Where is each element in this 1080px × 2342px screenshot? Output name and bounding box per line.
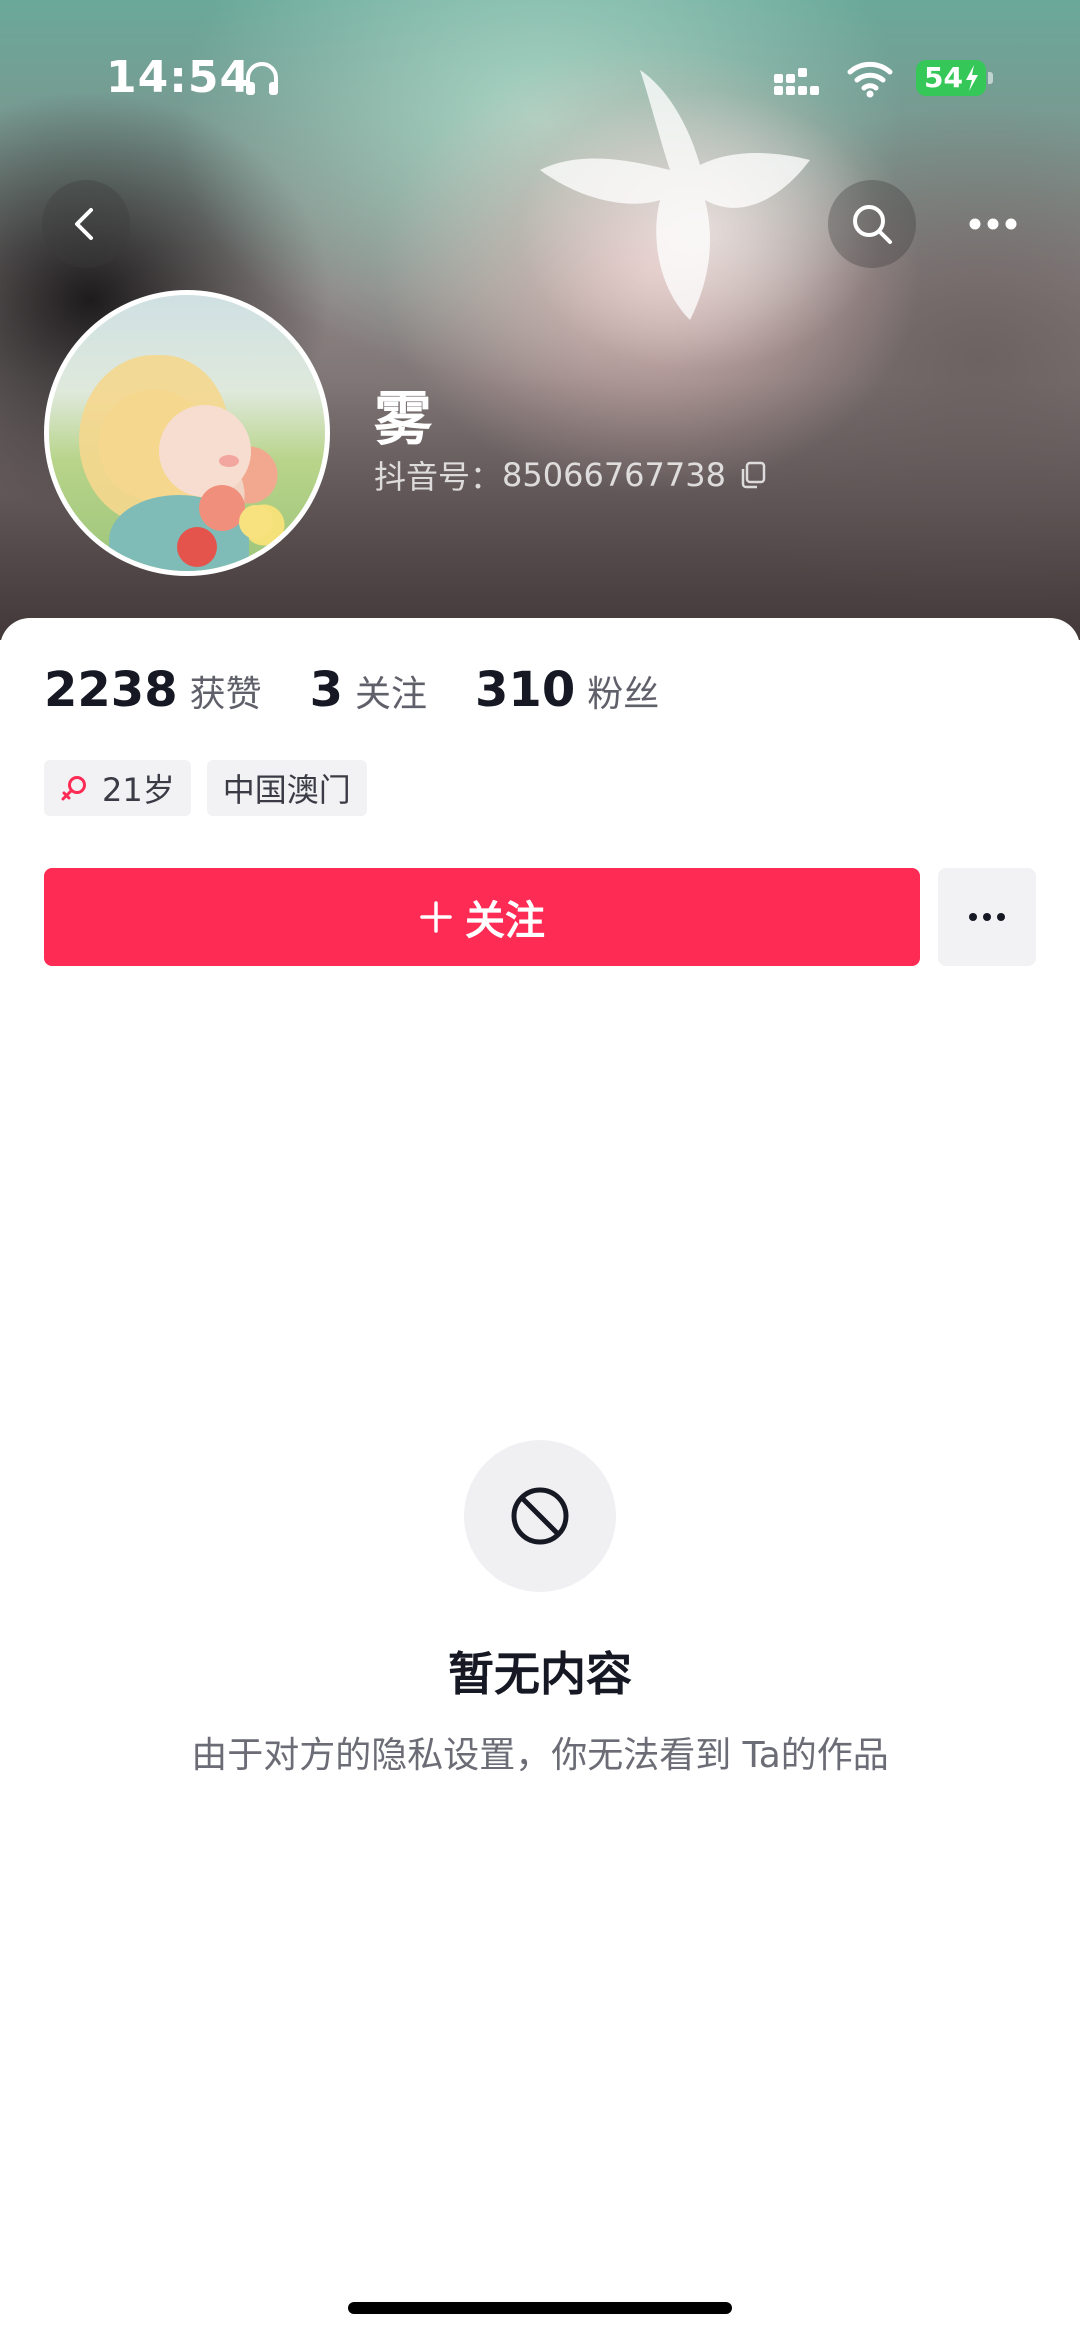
search-button[interactable] — [828, 180, 916, 268]
headphones-icon — [246, 62, 278, 95]
more-menu-button[interactable] — [949, 180, 1037, 268]
stat-followers-value: 310 — [475, 662, 576, 718]
avatar[interactable] — [44, 290, 330, 576]
battery-icon: 54 — [916, 60, 986, 96]
profile-tags: 21岁 中国澳门 — [44, 760, 383, 816]
stat-following-label: 关注 — [355, 674, 428, 715]
blocked-icon — [511, 1487, 569, 1545]
stat-followers-label: 粉丝 — [587, 674, 660, 715]
stat-likes[interactable]: 2238 获赞 — [44, 662, 262, 718]
more-options-icon — [969, 913, 1005, 921]
follow-button[interactable]: 关注 — [44, 868, 920, 966]
stat-following[interactable]: 3 关注 — [310, 662, 427, 718]
profile-card: 2238 获赞 3 关注 310 粉丝 21岁 中国澳门 关注 暂无内容 由于对… — [0, 618, 1080, 2342]
douyin-id-value: 85066767738 — [502, 456, 726, 494]
more-options-button[interactable] — [938, 868, 1036, 966]
empty-state-icon — [464, 1440, 616, 1592]
douyin-id-label: 抖音号： — [374, 458, 503, 496]
location-tag-text: 中国澳门 — [222, 771, 351, 809]
stats-row: 2238 获赞 3 关注 310 粉丝 — [44, 662, 707, 718]
status-time: 14:54 — [106, 52, 252, 103]
age-tag-text: 21岁 — [102, 771, 175, 809]
plus-icon — [420, 901, 452, 933]
status-bar: 14:54 54 — [0, 0, 1080, 150]
signal-icon — [774, 68, 819, 95]
location-tag: 中国澳门 — [206, 760, 367, 816]
stat-followers[interactable]: 310 粉丝 — [475, 662, 659, 718]
copy-icon[interactable] — [738, 460, 768, 490]
profile-nickname: 雾 — [374, 385, 433, 453]
stat-likes-label: 获赞 — [189, 674, 262, 715]
charging-bolt-icon — [966, 65, 978, 91]
follow-button-label: 关注 — [465, 898, 545, 944]
wifi-icon — [847, 61, 893, 98]
home-indicator[interactable] — [348, 2302, 732, 2314]
stat-likes-value: 2238 — [44, 662, 178, 718]
female-icon — [61, 776, 86, 801]
stat-following-value: 3 — [309, 662, 344, 718]
back-button[interactable] — [42, 180, 130, 268]
empty-state-title: 暂无内容 — [448, 1647, 632, 1701]
back-icon — [75, 208, 93, 240]
search-icon — [853, 205, 892, 244]
battery-cap — [988, 72, 993, 84]
battery-level: 54 — [924, 61, 963, 94]
age-tag: 21岁 — [44, 760, 191, 816]
empty-state-subtitle: 由于对方的隐私设置，你无法看到 Ta的作品 — [191, 1735, 889, 1776]
more-icon — [969, 218, 1017, 230]
douyin-id[interactable]: 抖音号： 85066767738 — [374, 452, 768, 498]
